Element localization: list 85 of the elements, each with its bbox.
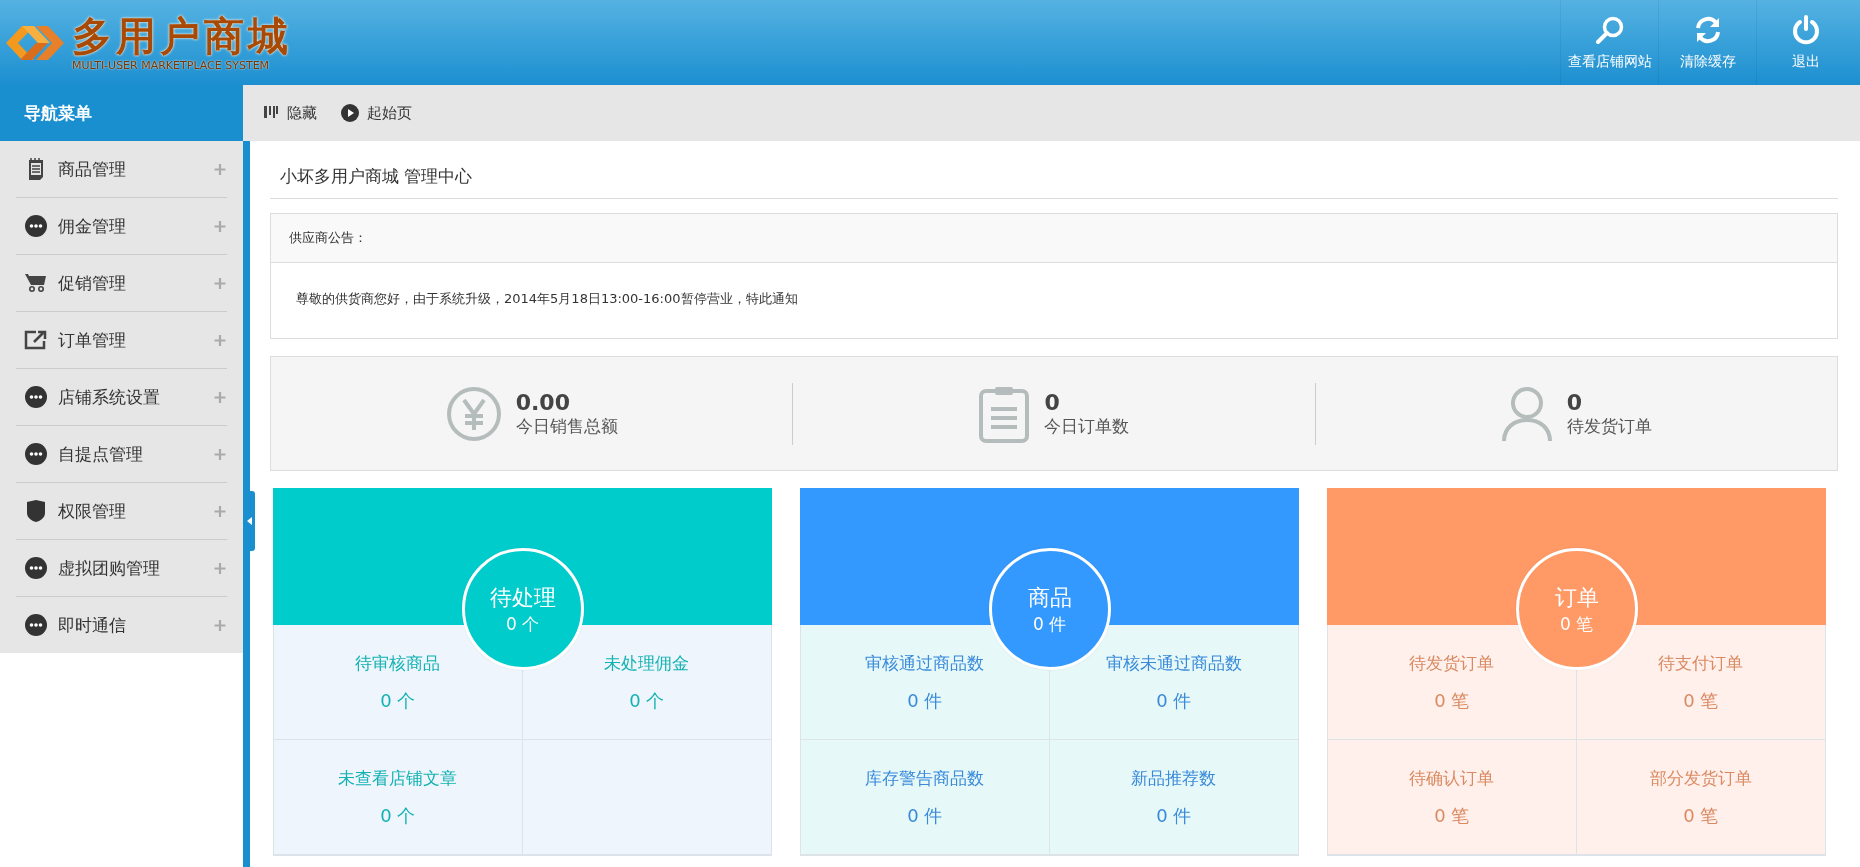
yen-icon xyxy=(445,385,502,442)
plus-icon[interactable] xyxy=(213,619,227,631)
more-icon xyxy=(25,443,47,465)
more-icon xyxy=(25,557,47,579)
metric-label: 未处理佣金 xyxy=(604,651,690,675)
plus-icon[interactable] xyxy=(213,562,227,574)
metric-value: 0 笔 xyxy=(1683,688,1719,713)
clipboard-icon xyxy=(978,384,1031,443)
menu-label: 促销管理 xyxy=(58,271,127,295)
stat-label: 待发货订单 xyxy=(1566,414,1652,438)
menu-label: 权限管理 xyxy=(58,499,127,523)
card-title: 订单 xyxy=(1554,583,1599,612)
menu-label: 商品管理 xyxy=(58,157,127,181)
metric-label: 待发货订单 xyxy=(1409,651,1495,675)
metric-label: 审核通过商品数 xyxy=(865,651,985,675)
sidebar-item[interactable]: 权限管理 xyxy=(16,483,227,540)
metric-value: 0 个 xyxy=(629,688,665,713)
search-icon xyxy=(1594,14,1625,45)
plus-icon[interactable] xyxy=(213,334,227,346)
metric-label: 部分发货订单 xyxy=(1649,766,1752,790)
metric-value: 0 件 xyxy=(1156,688,1192,713)
metric-label: 审核未通过商品数 xyxy=(1105,651,1242,675)
stat-label: 今日订单数 xyxy=(1044,414,1130,438)
menu-label: 佣金管理 xyxy=(58,214,127,238)
plus-icon[interactable] xyxy=(213,277,227,289)
menu-label: 店铺系统设置 xyxy=(58,385,161,409)
sidebar-item[interactable]: 商品管理 xyxy=(16,141,227,198)
plus-icon[interactable] xyxy=(213,505,227,517)
sidebar-item[interactable]: 店铺系统设置 xyxy=(16,369,227,426)
logo-subtitle: MULTI-USER MARKETPLACE SYSTEM xyxy=(72,59,271,72)
toolbar-button[interactable]: 起始页 xyxy=(341,103,412,123)
metric-value: 0 件 xyxy=(907,803,943,828)
toolbar-button[interactable]: 隐藏 xyxy=(263,103,317,123)
columns-icon xyxy=(263,105,279,121)
plus-icon[interactable] xyxy=(213,220,227,232)
sidebar-item[interactable]: 促销管理 xyxy=(16,255,227,312)
notepad-icon xyxy=(27,158,45,180)
metric-label: 待审核商品 xyxy=(355,651,441,675)
card-count: 0 件 xyxy=(1032,612,1067,636)
plus-icon[interactable] xyxy=(213,448,227,460)
metric-value: 0 笔 xyxy=(1434,688,1470,713)
stat-value: 0 xyxy=(1566,389,1584,415)
menu-label: 虚拟团购管理 xyxy=(58,556,161,580)
nav-menu-title: 导航菜单 xyxy=(0,85,243,141)
shield-icon xyxy=(27,500,45,522)
metric-value: 0 笔 xyxy=(1683,803,1719,828)
metric-label: 新品推荐数 xyxy=(1131,766,1217,790)
play-icon xyxy=(341,104,359,122)
sidebar-item[interactable]: 自提点管理 xyxy=(16,426,227,483)
card-count: 0 笔 xyxy=(1559,612,1594,636)
sidebar-item[interactable]: 订单管理 xyxy=(16,312,227,369)
card-title: 待处理 xyxy=(489,583,556,612)
menu-label: 即时通信 xyxy=(58,613,127,637)
menu-label: 自提点管理 xyxy=(58,442,144,466)
metric-value: 0 个 xyxy=(380,803,416,828)
cart-icon xyxy=(25,273,47,293)
more-icon xyxy=(25,386,47,408)
metric-label: 库存警告商品数 xyxy=(865,766,985,790)
stat-value: 0 xyxy=(1044,389,1061,415)
metric-label: 待支付订单 xyxy=(1658,651,1744,675)
sidebar-item[interactable]: 即时通信 xyxy=(16,597,227,653)
card-title: 商品 xyxy=(1027,583,1072,612)
metric-value: 0 件 xyxy=(907,688,943,713)
metric-label: 未查看店铺文章 xyxy=(338,766,458,790)
logo-title: 多用户商城 xyxy=(72,13,292,59)
metric-value: 0 件 xyxy=(1156,803,1192,828)
sidebar-item[interactable]: 佣金管理 xyxy=(16,198,227,255)
more-icon xyxy=(25,614,47,636)
metric-value: 0 个 xyxy=(380,688,416,713)
stat-value: 0.00 xyxy=(515,389,571,415)
plus-icon[interactable] xyxy=(213,163,227,175)
person-icon xyxy=(1500,385,1553,442)
notice-text: 尊敬的供货商您好，由于系统升级，2014年5月18日13:00-16:00暂停营业，特此通知 xyxy=(296,291,798,306)
share-icon xyxy=(24,330,48,350)
more-icon xyxy=(25,215,47,237)
page-title: 小坏多用户商城 管理中心 xyxy=(270,141,1838,199)
stat-label: 今日销售总额 xyxy=(515,414,618,438)
metric-label: 待确认订单 xyxy=(1409,766,1495,790)
notice-title: 供应商公告： xyxy=(289,230,367,245)
plus-icon[interactable] xyxy=(213,391,227,403)
sidebar-item[interactable]: 虚拟团购管理 xyxy=(16,540,227,597)
menu-label: 订单管理 xyxy=(58,328,127,352)
power-icon xyxy=(1790,14,1821,45)
card-count: 0 个 xyxy=(505,612,540,636)
metric-value: 0 笔 xyxy=(1434,803,1470,828)
